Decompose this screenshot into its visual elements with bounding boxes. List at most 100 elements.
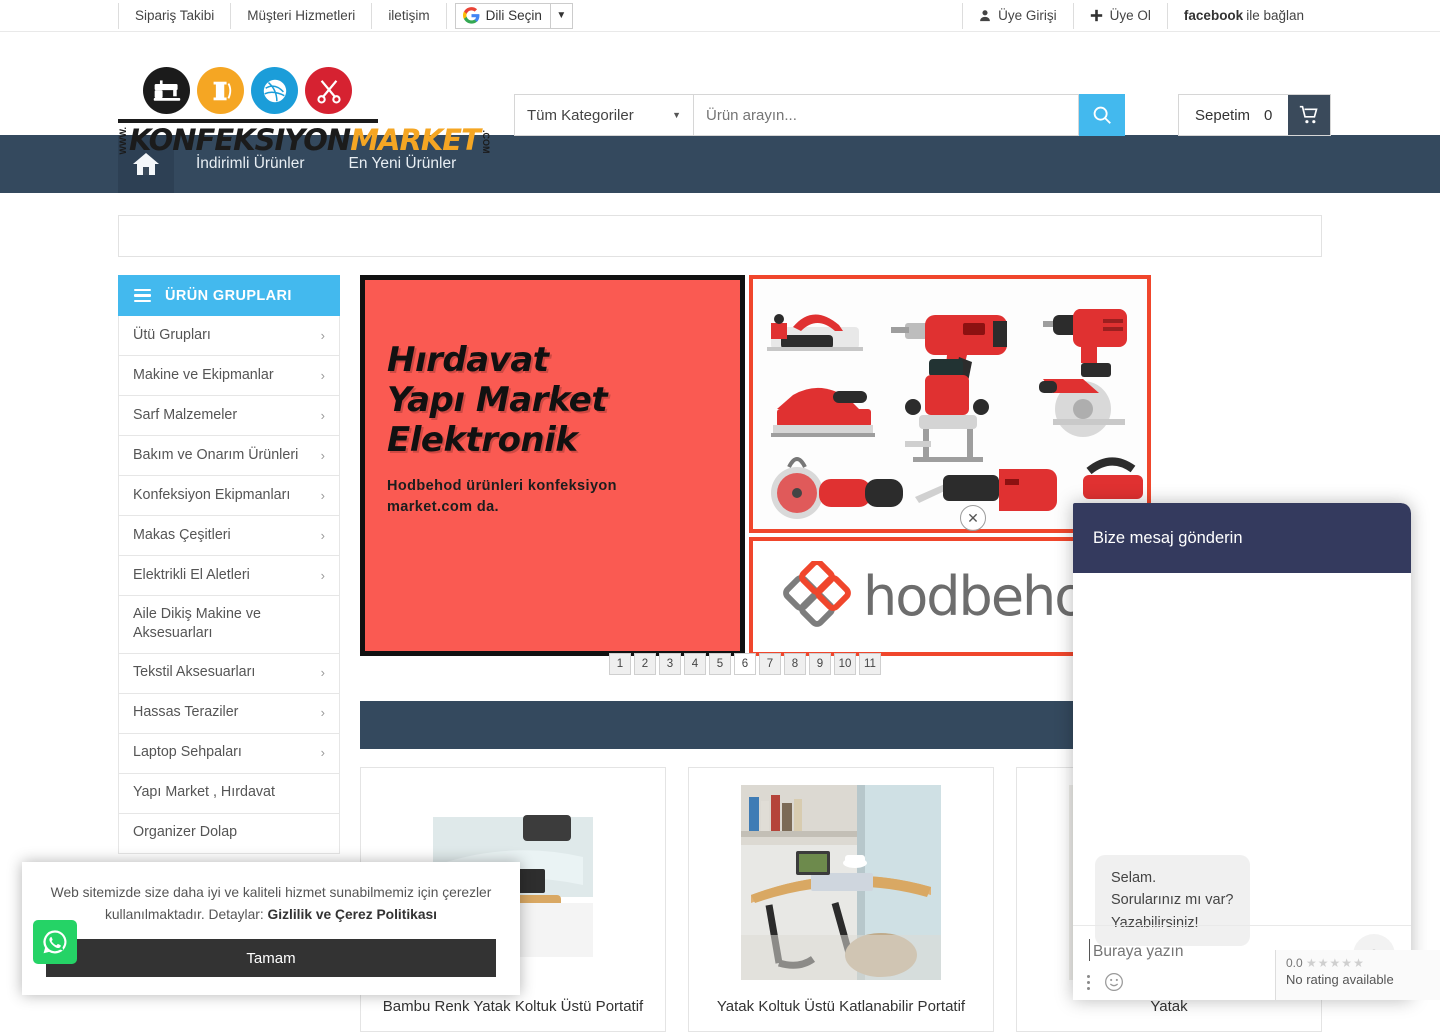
sidebar-item-makine-ve-ekipmanlar[interactable]: Makine ve Ekipmanlar › [118,356,340,396]
scissors-icon [305,67,352,114]
category-select-label: Tüm Kategoriler [527,106,634,124]
slider-page-8[interactable]: 8 [784,653,806,675]
slider-page-5[interactable]: 5 [709,653,731,675]
hero-title: Hırdavat Yapı Market Elektronik [387,340,740,460]
category-select[interactable]: Tüm Kategoriler ▼ [514,94,694,136]
sidebar-item-label: Yapı Market , Hırdavat [133,784,275,801]
sidebar-item-label: Hassas Teraziler [133,704,239,721]
sidebar-item-label: Tekstil Aksesuarları [133,664,256,681]
hodbehod-logo-icon [783,560,851,627]
sidebar-item-label: Laptop Sehpaları [133,744,242,761]
sidebar-item-label: Makas Çeşitleri [133,526,231,543]
top-link-order-tracking[interactable]: Sipariş Takibi [118,2,232,29]
slider-page-4[interactable]: 4 [684,653,706,675]
sidebar-item-organizer-dolap[interactable]: Organizer Dolap [118,813,340,854]
top-empty-panel [118,215,1322,257]
chevron-right-icon: › [320,745,325,761]
hero-title-line-3: Elektronik [387,420,578,461]
hamburger-icon [134,288,151,303]
sidebar-item-label: Sarf Malzemeler [133,406,238,423]
top-utility-bar: Sipariş Takibi Müşteri Hizmetleri iletiş… [0,0,1440,32]
text-cursor [1089,939,1090,961]
thread-spool-icon [197,67,244,114]
sidebar-item-label: Organizer Dolap [133,824,238,841]
close-icon[interactable]: ✕ [960,505,986,531]
hero-title-line-2: Yapı Market [387,380,608,421]
login-link[interactable]: Üye Girişi [962,2,1073,29]
facebook-connect-link[interactable]: facebook ile bağlan [1166,2,1320,29]
sidebar-header[interactable]: ÜRÜN GRUPLARI [118,275,340,316]
language-selector[interactable]: Dili Seçin ▼ [454,2,573,29]
whatsapp-icon [43,930,67,954]
sidebar-item-label: Ütü Grupları [133,326,211,343]
search-icon [1093,106,1111,124]
slider-page-2[interactable]: 2 [634,653,656,675]
chat-header[interactable]: Bize mesaj gönderin [1073,503,1411,573]
sidebar-item-elektrikli-el-aletleri[interactable]: Elektrikli El Aletleri › [118,556,340,596]
kebab-menu-icon[interactable] [1087,974,1090,990]
logo-icon-row [143,67,378,114]
search-input[interactable] [694,94,1079,136]
folding-laptop-desk-image [741,784,941,980]
product-image [703,782,979,982]
sidebar-item-label: Bakım ve Onarım Ürünleri [133,446,299,463]
sidebar-item-tekstil-aksesuarlari[interactable]: Tekstil Aksesuarları › [118,653,340,694]
slider-page-10[interactable]: 10 [834,653,856,675]
site-logo[interactable]: WWW. KONFEKSIYON MARKET .COM [118,67,491,157]
sidebar-item-sarf-malzemeler[interactable]: Sarf Malzemeler › [118,396,340,436]
hero-title-line-1: Hırdavat [387,340,549,380]
rating-value: 0.0 [1286,956,1303,970]
sidebar-item-laptop-sehpalari[interactable]: Laptop Sehpaları › [118,733,340,774]
sidebar-item-makas-cesitleri[interactable]: Makas Çeşitleri › [118,516,340,556]
sidebar-item-konfeksiyon-ekipmanlari[interactable]: Konfeksiyon Ekipmanları › [118,476,340,516]
cookie-consent-banner: Web sitemizde size daha iyi ve kaliteli … [22,862,520,996]
power-tools-image [753,279,1147,529]
sidebar-item-aile-dikis-makine[interactable]: Aile Dikiş Makine ve Aksesuarları [118,596,340,654]
slider-page-1[interactable]: 1 [609,653,631,675]
product-card[interactable]: Yatak Koltuk Üstü Katlanabilir Portatif [688,767,994,1032]
slider-page-11[interactable]: 11 [859,653,881,675]
slider-page-3[interactable]: 3 [659,653,681,675]
cookie-accept-button[interactable]: Tamam [46,939,496,978]
top-right-links: Üye Girişi Üye Ol facebook ile bağlan [962,2,1320,29]
cart-count: 0 [1264,106,1273,124]
cart-button[interactable] [1288,95,1331,135]
search-button[interactable] [1079,94,1125,136]
cart-widget[interactable]: Sepetim 0 [1178,94,1332,136]
slider-page-7[interactable]: 7 [759,653,781,675]
top-link-customer-service[interactable]: Müşteri Hizmetleri [231,2,373,29]
logo-wordmark: WWW. KONFEKSIYON MARKET .COM [118,123,491,157]
whatsapp-button[interactable] [33,920,77,964]
chat-message-area: Selam. Sorularınız mı var? Yazabilirsini… [1073,573,1411,947]
facebook-connect-label: ile bağlan [1246,7,1304,23]
sidebar-item-label: Konfeksiyon Ekipmanları [133,486,291,503]
slider-page-9[interactable]: 9 [809,653,831,675]
chevron-down-icon: ▼ [672,110,681,120]
sidebar-item-yapi-market-hirdavat[interactable]: Yapı Market , Hırdavat [118,773,340,814]
product-title: Yatak Koltuk Üstü Katlanabilir Portatif [716,998,966,1015]
register-link[interactable]: Üye Ol [1072,2,1167,29]
facebook-brand-label: facebook [1183,7,1244,23]
sidebar-item-utu-gruplari[interactable]: Ütü Grupları › [118,316,340,356]
power-tools-banner[interactable] [749,275,1151,533]
register-label: Üye Ol [1109,7,1151,23]
plus-icon [1090,9,1102,22]
cookie-policy-link[interactable]: Gizlilik ve Çerez Politikası [268,907,437,922]
hero-promo-banner[interactable]: Hırdavat Yapı Market Elektronik Hodbehod… [360,275,745,656]
chevron-right-icon: › [320,447,325,463]
chevron-right-icon: › [320,527,325,543]
emoji-icon[interactable] [1104,972,1124,992]
cart-label: Sepetim [1195,106,1251,124]
chevron-right-icon: › [320,407,325,423]
chevron-right-icon: › [320,567,325,583]
sidebar-item-label: Makine ve Ekipmanlar [133,366,274,383]
chevron-down-icon[interactable]: ▼ [549,3,572,28]
logo-com: .COM [480,129,491,154]
top-link-contact[interactable]: iletişim [372,2,447,29]
slider-page-6[interactable]: 6 [734,653,756,675]
site-header: WWW. KONFEKSIYON MARKET .COM Tüm Kategor… [0,32,1440,155]
sidebar-item-hassas-teraziler[interactable]: Hassas Teraziler › [118,693,340,734]
sidebar-item-bakim-ve-onarim[interactable]: Bakım ve Onarım Ürünleri › [118,436,340,476]
rating-stars-icon: ★★★★★ [1306,956,1365,970]
logo-konfeksiyon: KONFEKSIYON [129,123,351,157]
